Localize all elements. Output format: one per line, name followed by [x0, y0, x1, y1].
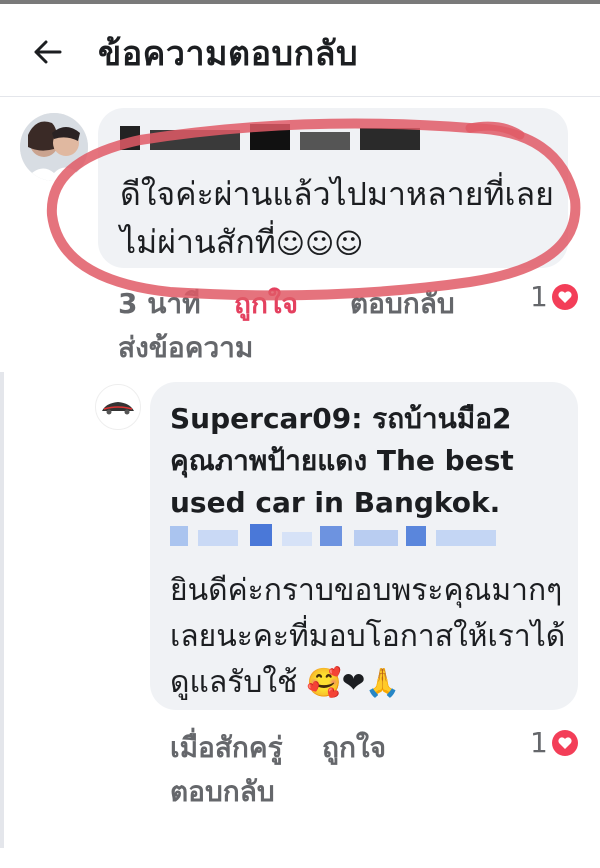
- reply-reaction-count[interactable]: 1: [530, 726, 578, 759]
- app-header: ข้อความตอบกลับ: [0, 4, 600, 97]
- redacted-mention-tag: [170, 524, 496, 546]
- comment-reaction-count[interactable]: 1: [530, 280, 578, 313]
- reply-like-button[interactable]: ถูกใจ: [322, 726, 386, 770]
- reply-text: ยินดีค่ะกราบขอบพระคุณมากๆเลยนะคะที่มอบโอ…: [170, 568, 570, 706]
- page-avatar[interactable]: [95, 384, 141, 430]
- redacted-commenter-name: [120, 124, 420, 150]
- comment-like-button[interactable]: ถูกใจ: [234, 282, 298, 326]
- car-logo-icon: [96, 385, 140, 429]
- reply-thread-line: [0, 372, 4, 848]
- arrow-left-icon: [34, 40, 62, 64]
- back-button[interactable]: [28, 32, 68, 72]
- comment-time: 3 นาที: [118, 287, 201, 320]
- reply-reply-button[interactable]: ตอบกลับ: [170, 770, 275, 814]
- comment-actions: 3 นาที ถูกใจ ตอบกลับ: [118, 282, 568, 322]
- heart-reaction-icon: [551, 729, 578, 756]
- reaction-count-value: 1: [530, 280, 548, 313]
- comment-bubble: ดีใจค่ะผ่านแล้วไปมาหลายที่เลยไม่ผ่านสักท…: [98, 108, 568, 268]
- heart-face-heart-pray-emoji-icon: 🥰❤🙏: [306, 666, 401, 699]
- reaction-count-value: 1: [530, 726, 548, 759]
- reply-time: เมื่อสักครู่: [170, 731, 283, 764]
- comment-text: ดีใจค่ะผ่านแล้วไปมาหลายที่เลยไม่ผ่านสักท…: [120, 170, 560, 268]
- avatar[interactable]: [20, 113, 88, 181]
- send-message-link[interactable]: ส่งข้อความ: [118, 326, 253, 370]
- page-name[interactable]: Supercar09: รถบ้านมือ2 คุณภาพป้ายแดง The…: [170, 398, 560, 524]
- heart-reaction-icon: [551, 283, 578, 310]
- reply-bubble: Supercar09: รถบ้านมือ2 คุณภาพป้ายแดง The…: [150, 382, 578, 710]
- reply-actions: เมื่อสักครู่ ถูกใจ ตอบกลับ: [170, 726, 530, 814]
- page-title: ข้อความตอบกลับ: [98, 34, 359, 74]
- comment-reply-button[interactable]: ตอบกลับ: [350, 282, 455, 326]
- smiling-emoji-icon: ☺☺☺: [275, 227, 364, 260]
- avatar-photo: [20, 113, 88, 181]
